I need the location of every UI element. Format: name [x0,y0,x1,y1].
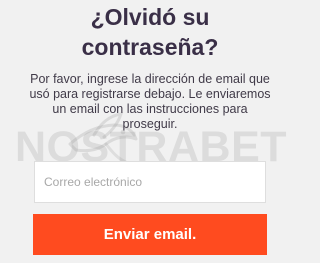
page-title: ¿Olvidó su contraseña? [0,2,300,62]
page-title-line-1: ¿Olvidó su [90,4,210,30]
send-email-button[interactable]: Enviar email. [33,214,267,255]
password-reset-panel: ¿Olvidó su contraseña? Por favor, ingres… [0,0,300,263]
email-input[interactable] [34,161,266,203]
page-title-line-2: contraseña? [81,34,219,60]
instructions-text: Por favor, ingrese la dirección de email… [29,72,271,131]
